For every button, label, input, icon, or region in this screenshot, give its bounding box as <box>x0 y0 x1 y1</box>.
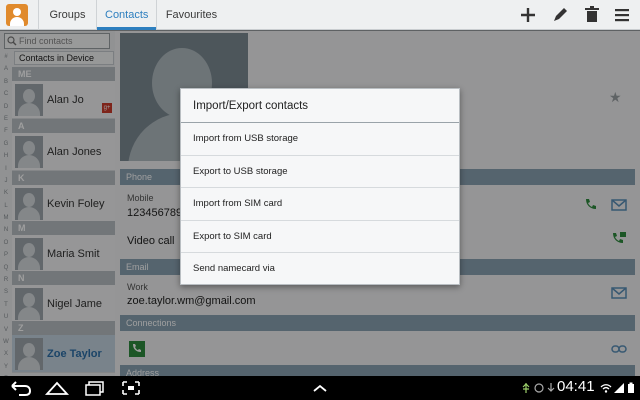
clock: 04:41 <box>557 378 595 395</box>
import-from-usb-option[interactable]: Import from USB storage <box>181 123 459 156</box>
dialog-title: Import/Export contacts <box>181 89 459 123</box>
import-export-dialog: Import/Export contacts Import from USB s… <box>180 88 460 285</box>
delete-icon[interactable] <box>582 5 602 25</box>
menu-icon[interactable] <box>612 5 632 25</box>
battery-icon <box>628 382 634 393</box>
system-navigation-bar: 04:41 <box>0 376 640 400</box>
download-icon <box>547 383 555 392</box>
export-to-usb-option[interactable]: Export to USB storage <box>181 156 459 188</box>
contacts-app-icon[interactable] <box>6 4 28 26</box>
action-bar: Groups Contacts Favourites <box>0 0 640 30</box>
tab-favourites[interactable]: Favourites <box>156 0 226 30</box>
recent-apps-icon[interactable] <box>82 379 108 397</box>
home-icon[interactable] <box>44 379 70 397</box>
signal-icon <box>614 383 624 393</box>
back-icon[interactable] <box>8 379 34 397</box>
send-namecard-option[interactable]: Send namecard via <box>181 253 459 286</box>
tab-groups[interactable]: Groups <box>38 0 96 30</box>
chevron-up-icon[interactable] <box>307 379 333 397</box>
screenshot-icon[interactable] <box>118 379 144 397</box>
sync-icon <box>534 383 544 393</box>
import-from-sim-option[interactable]: Import from SIM card <box>181 188 459 221</box>
tab-contacts[interactable]: Contacts <box>96 0 156 30</box>
edit-icon[interactable] <box>550 5 570 25</box>
wifi-icon <box>600 384 612 393</box>
export-to-sim-option[interactable]: Export to SIM card <box>181 221 459 253</box>
add-icon[interactable] <box>518 5 538 25</box>
usb-icon <box>522 383 530 393</box>
